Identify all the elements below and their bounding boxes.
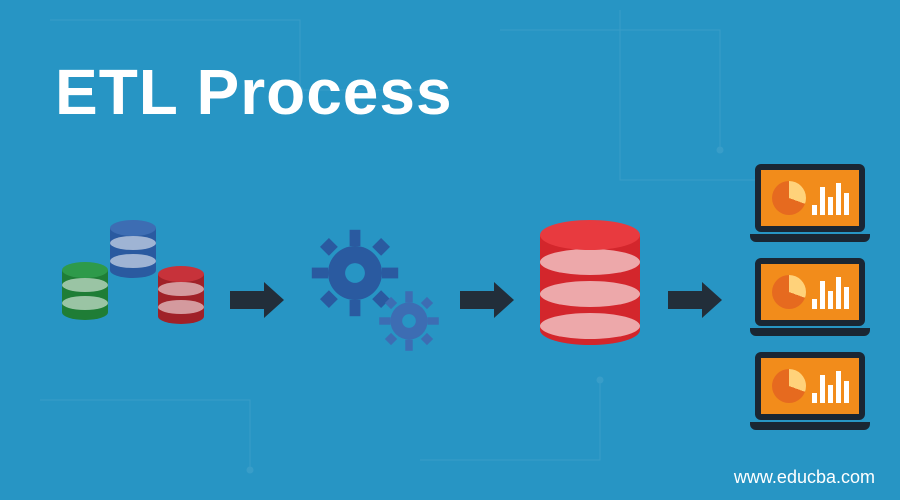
etl-diagram <box>0 200 900 460</box>
bar-chart-icon <box>812 181 849 215</box>
warehouse-db <box>540 220 640 345</box>
page-title: ETL Process <box>55 55 453 129</box>
source-db-green <box>62 262 108 320</box>
source-db-blue <box>110 220 156 278</box>
arrow-extract-to-transform <box>230 282 284 318</box>
gear-small-icon <box>378 290 440 352</box>
output-laptop-2 <box>750 258 870 336</box>
bar-chart-icon <box>812 369 849 403</box>
arrow-load-to-output <box>668 282 722 318</box>
pie-chart-icon <box>772 369 806 403</box>
output-laptop-1 <box>750 164 870 242</box>
arrow-transform-to-load <box>460 282 514 318</box>
website-url: www.educba.com <box>734 467 875 488</box>
source-db-red <box>158 266 204 324</box>
bar-chart-icon <box>812 275 849 309</box>
pie-chart-icon <box>772 275 806 309</box>
pie-chart-icon <box>772 181 806 215</box>
output-laptop-3 <box>750 352 870 430</box>
